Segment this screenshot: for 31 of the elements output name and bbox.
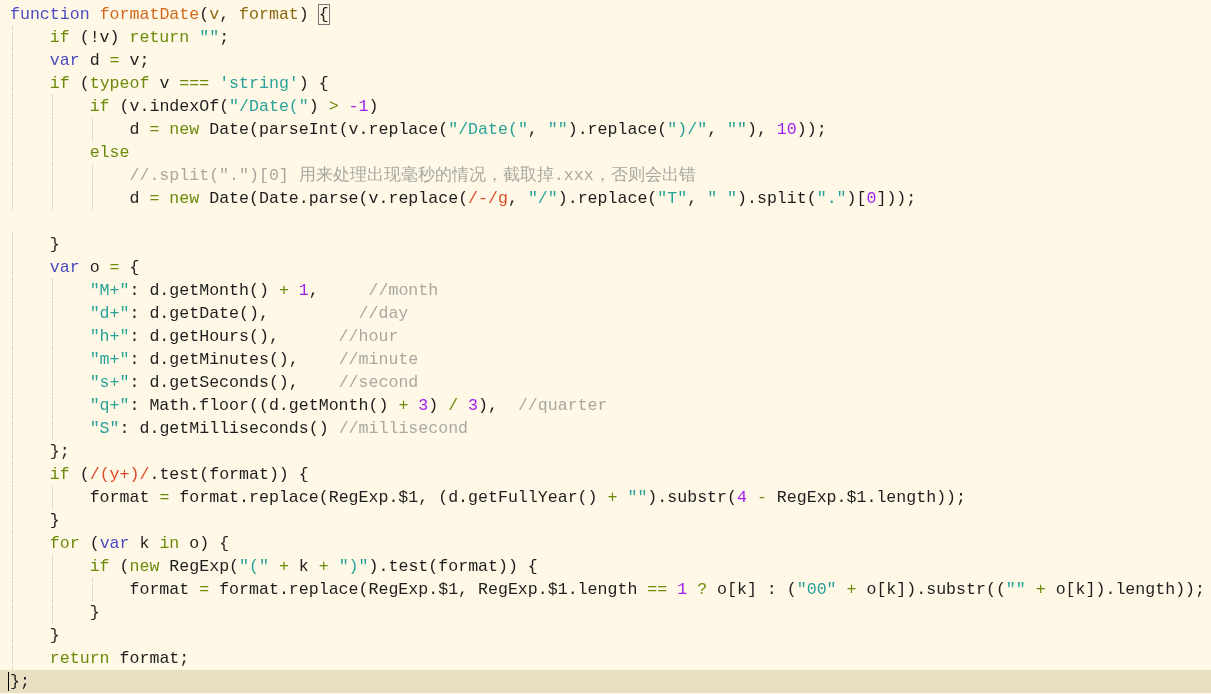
code-editor[interactable] bbox=[0, 0, 1211, 694]
code-line: if (/(y+)/.test(format)) { bbox=[48, 464, 309, 486]
code-line: for (var k in o) { bbox=[48, 533, 230, 555]
code-line: function formatDate(v, format) { bbox=[10, 4, 329, 26]
code-line: "s+": d.getSeconds(), //second bbox=[88, 372, 419, 394]
code-line: if (typeof v === 'string') { bbox=[48, 73, 329, 95]
code-line: if (new RegExp("(" + k + ")").test(format)) { bbox=[88, 556, 538, 578]
code-line: d = new Date(parseInt(v.replace("/Date(", "").replace(")/", ""), 10)); bbox=[128, 119, 827, 141]
code-line: if (v.indexOf("/Date(") > -1) bbox=[88, 96, 379, 118]
code-line: else bbox=[88, 142, 130, 164]
code-line: //.split(".")[0] 用来处理出现毫秒的情况，截取掉.xxx，否则会出错 bbox=[128, 164, 696, 187]
code-line: var d = v; bbox=[48, 50, 150, 72]
code-line: }; bbox=[48, 441, 70, 463]
code-line: return format; bbox=[48, 648, 190, 670]
code-line: "q+": Math.floor((d.getMonth() + 3) / 3), //quarter bbox=[88, 395, 608, 417]
code-line: } bbox=[88, 602, 100, 624]
code-line: } bbox=[48, 510, 60, 532]
text-cursor bbox=[8, 672, 9, 691]
code-line: format = format.replace(RegExp.$1, (d.getFullYear() + "").substr(4 - RegExp.$1.length)); bbox=[88, 487, 967, 509]
code-line: var o = { bbox=[48, 257, 140, 279]
code-line: "m+": d.getMinutes(), //minute bbox=[88, 349, 419, 371]
code-line: format = format.replace(RegExp.$1, RegExp.$1.length == 1 ? o[k] : ("00" + o[k]).substr(("" + o[k]).length)); bbox=[128, 579, 1206, 601]
code-line: } bbox=[48, 625, 60, 647]
code-line: if (!v) return ""; bbox=[48, 27, 230, 49]
code-line: "h+": d.getHours(), //hour bbox=[88, 326, 399, 348]
code-line: "M+": d.getMonth() + 1, //month bbox=[88, 280, 439, 302]
code-line: d = new Date(Date.parse(v.replace(/-/g, "/").replace("T", " ").split(".")[0])); bbox=[128, 188, 917, 210]
code-line: "S": d.getMilliseconds() //millisecond bbox=[88, 418, 469, 440]
code-line: }; bbox=[10, 671, 30, 693]
code-line: "d+": d.getDate(), //day bbox=[88, 303, 409, 325]
code-line: } bbox=[48, 234, 60, 256]
